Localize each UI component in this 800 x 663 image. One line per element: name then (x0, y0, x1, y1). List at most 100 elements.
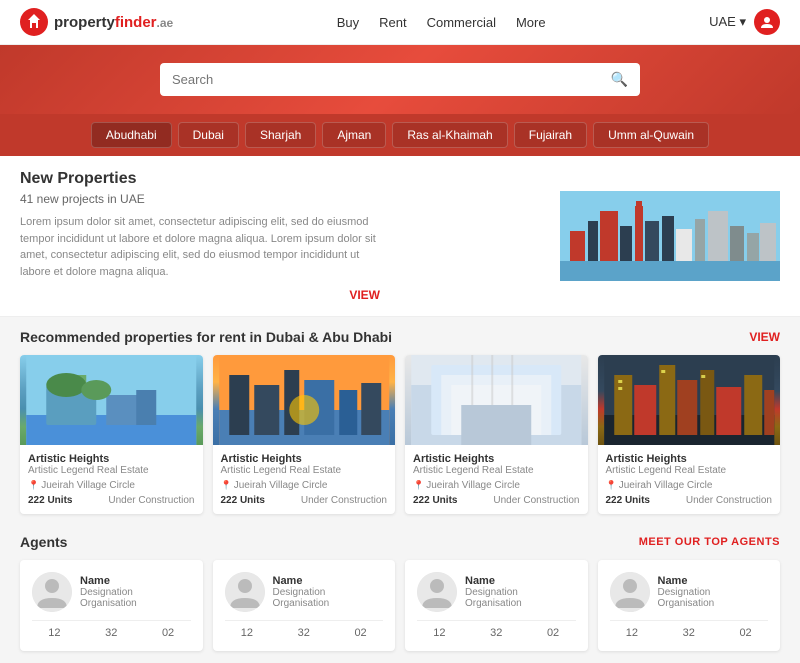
agent-avatar-svg (32, 572, 72, 612)
new-properties-banner: New Properties 41 new projects in UAE Lo… (0, 156, 800, 317)
banner-title: New Properties (20, 170, 380, 188)
banner-text: New Properties 41 new projects in UAE Lo… (20, 170, 380, 302)
location-pin-icon: 📍 (28, 480, 39, 491)
property-image-svg-3 (405, 355, 588, 445)
property-image-svg-4 (598, 355, 781, 445)
agent-stat-2: 32 (105, 627, 117, 639)
property-image-2 (213, 355, 396, 445)
logo-text: propertyfinder.ae (54, 14, 173, 31)
property-agency: Artistic Legend Real Estate (413, 465, 580, 476)
agent-stat-1: 12 (433, 627, 445, 639)
agent-stat-1: 12 (48, 627, 60, 639)
banner-view-button[interactable]: VIEW (20, 288, 380, 302)
city-tab-abudhabi[interactable]: Abudhabi (91, 122, 172, 148)
recommended-header: Recommended properties for rent in Dubai… (20, 329, 780, 345)
nav-more[interactable]: More (516, 15, 546, 30)
agent-name: Name (465, 575, 576, 587)
property-agency: Artistic Legend Real Estate (28, 465, 195, 476)
property-info: Artistic Heights Artistic Legend Real Es… (213, 445, 396, 514)
user-avatar[interactable] (754, 9, 780, 35)
agents-section: Agents MEET OUR TOP AGENTS Name Designat… (0, 526, 800, 663)
agents-header: Agents MEET OUR TOP AGENTS (20, 534, 780, 550)
agent-avatar-svg (417, 572, 457, 612)
agent-stat-1: 12 (241, 627, 253, 639)
property-location: 📍 Jueirah Village Circle (221, 480, 388, 491)
property-info: Artistic Heights Artistic Legend Real Es… (20, 445, 203, 514)
property-card: Artistic Heights Artistic Legend Real Es… (405, 355, 588, 514)
agent-stat-2: 32 (298, 627, 310, 639)
logo-ae: .ae (157, 16, 174, 30)
city-tab-dubai[interactable]: Dubai (178, 122, 239, 148)
agent-card: Name Designation Organisation 12 32 02 (405, 560, 588, 651)
city-tab-rask[interactable]: Ras al-Khaimah (392, 122, 507, 148)
agent-stat-1: 12 (626, 627, 638, 639)
agent-avatar (417, 572, 457, 612)
agent-designation: Designation (273, 587, 384, 598)
property-units: 222 Units (606, 495, 650, 506)
city-tab-umm[interactable]: Umm al-Quwain (593, 122, 709, 148)
property-status: Under Construction (108, 495, 194, 506)
property-agency: Artistic Legend Real Estate (606, 465, 773, 476)
agent-details: Name Designation Organisation (80, 575, 191, 609)
search-icon[interactable]: 🔍 (611, 71, 628, 88)
agent-stat-3: 02 (547, 627, 559, 639)
skyline-svg (560, 191, 780, 281)
property-card: Artistic Heights Artistic Legend Real Es… (20, 355, 203, 514)
agent-card: Name Designation Organisation 12 32 02 (213, 560, 396, 651)
agent-card: Name Designation Organisation 12 32 02 (20, 560, 203, 651)
property-card: Artistic Heights Artistic Legend Real Es… (598, 355, 781, 514)
header-right: UAE ▾ (709, 9, 780, 35)
agent-avatar-row: Name Designation Organisation (610, 572, 769, 612)
property-location: 📍 Jueirah Village Circle (28, 480, 195, 491)
agent-stat-2: 32 (683, 627, 695, 639)
agents-title: Agents (20, 534, 67, 550)
property-units: 222 Units (221, 495, 265, 506)
property-units: 222 Units (413, 495, 457, 506)
banner-subtitle: 41 new projects in UAE (20, 192, 380, 206)
property-image-svg-1 (20, 355, 203, 445)
banner-description: Lorem ipsum dolor sit amet, consectetur … (20, 214, 380, 280)
property-footer: 222 Units Under Construction (413, 495, 580, 506)
country-selector[interactable]: UAE ▾ (709, 14, 746, 30)
meet-agents-button[interactable]: MEET OUR TOP AGENTS (639, 536, 780, 548)
agent-stats: 12 32 02 (225, 620, 384, 639)
agent-name: Name (658, 575, 769, 587)
city-tab-ajman[interactable]: Ajman (322, 122, 386, 148)
agent-avatar (225, 572, 265, 612)
agent-designation: Designation (658, 587, 769, 598)
agent-grid: Name Designation Organisation 12 32 02 (20, 560, 780, 651)
agent-details: Name Designation Organisation (658, 575, 769, 609)
property-agency: Artistic Legend Real Estate (221, 465, 388, 476)
property-location: 📍 Jueirah Village Circle (606, 480, 773, 491)
property-footer: 222 Units Under Construction (221, 495, 388, 506)
agent-stats: 12 32 02 (417, 620, 576, 639)
city-tab-fujairah[interactable]: Fujairah (514, 122, 587, 148)
nav-buy[interactable]: Buy (337, 15, 359, 30)
recommended-view-button[interactable]: VIEW (749, 330, 780, 344)
property-location: 📍 Jueirah Village Circle (413, 480, 580, 491)
property-status: Under Construction (301, 495, 387, 506)
property-name: Artistic Heights (606, 453, 773, 465)
property-name: Artistic Heights (28, 453, 195, 465)
agent-stat-3: 02 (739, 627, 751, 639)
search-input[interactable] (172, 72, 611, 87)
agent-avatar-svg (610, 572, 650, 612)
agent-avatar-svg (225, 572, 265, 612)
property-info: Artistic Heights Artistic Legend Real Es… (598, 445, 781, 514)
agent-designation: Designation (80, 587, 191, 598)
property-name: Artistic Heights (413, 453, 580, 465)
banner-image (560, 191, 780, 281)
nav-commercial[interactable]: Commercial (427, 15, 496, 30)
property-units: 222 Units (28, 495, 72, 506)
search-bar: 🔍 (160, 63, 640, 96)
property-grid: Artistic Heights Artistic Legend Real Es… (20, 355, 780, 514)
logo[interactable]: propertyfinder.ae (20, 8, 173, 36)
nav-rent[interactable]: Rent (379, 15, 406, 30)
recommended-title: Recommended properties for rent in Dubai… (20, 329, 392, 345)
agent-details: Name Designation Organisation (465, 575, 576, 609)
property-image-3 (405, 355, 588, 445)
city-tab-sharjah[interactable]: Sharjah (245, 122, 316, 148)
property-footer: 222 Units Under Construction (606, 495, 773, 506)
agent-stats: 12 32 02 (32, 620, 191, 639)
property-status: Under Construction (686, 495, 772, 506)
